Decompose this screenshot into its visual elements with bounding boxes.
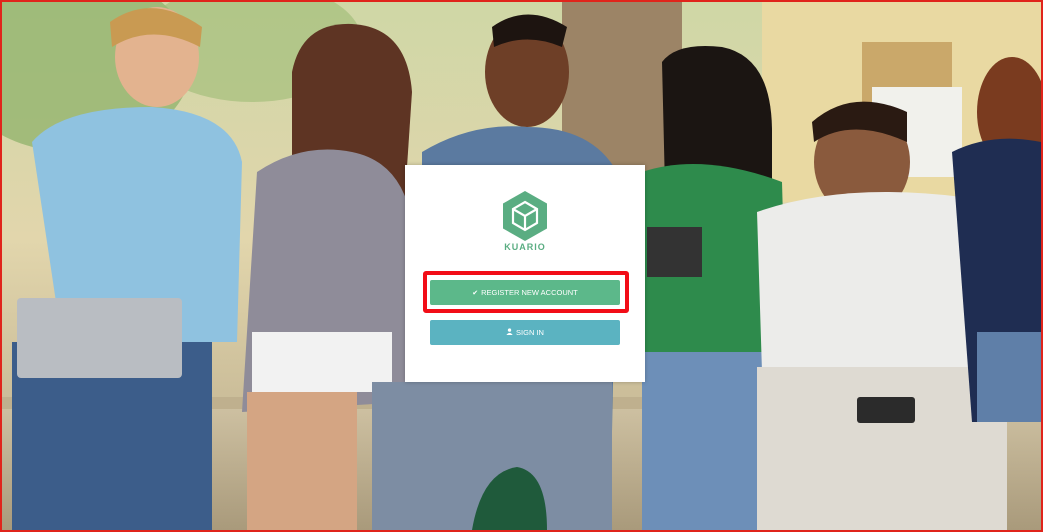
brand-name: KUARIO [504, 242, 546, 252]
register-highlight-box [423, 271, 629, 313]
sign-in-button-label: SIGN IN [516, 328, 544, 337]
page-frame: KUARIO ✔ REGISTER NEW ACCOUNT SIGN IN [0, 0, 1043, 532]
sign-in-button[interactable]: SIGN IN [430, 320, 620, 345]
user-icon [506, 328, 513, 337]
kuario-logo-icon [503, 191, 547, 241]
